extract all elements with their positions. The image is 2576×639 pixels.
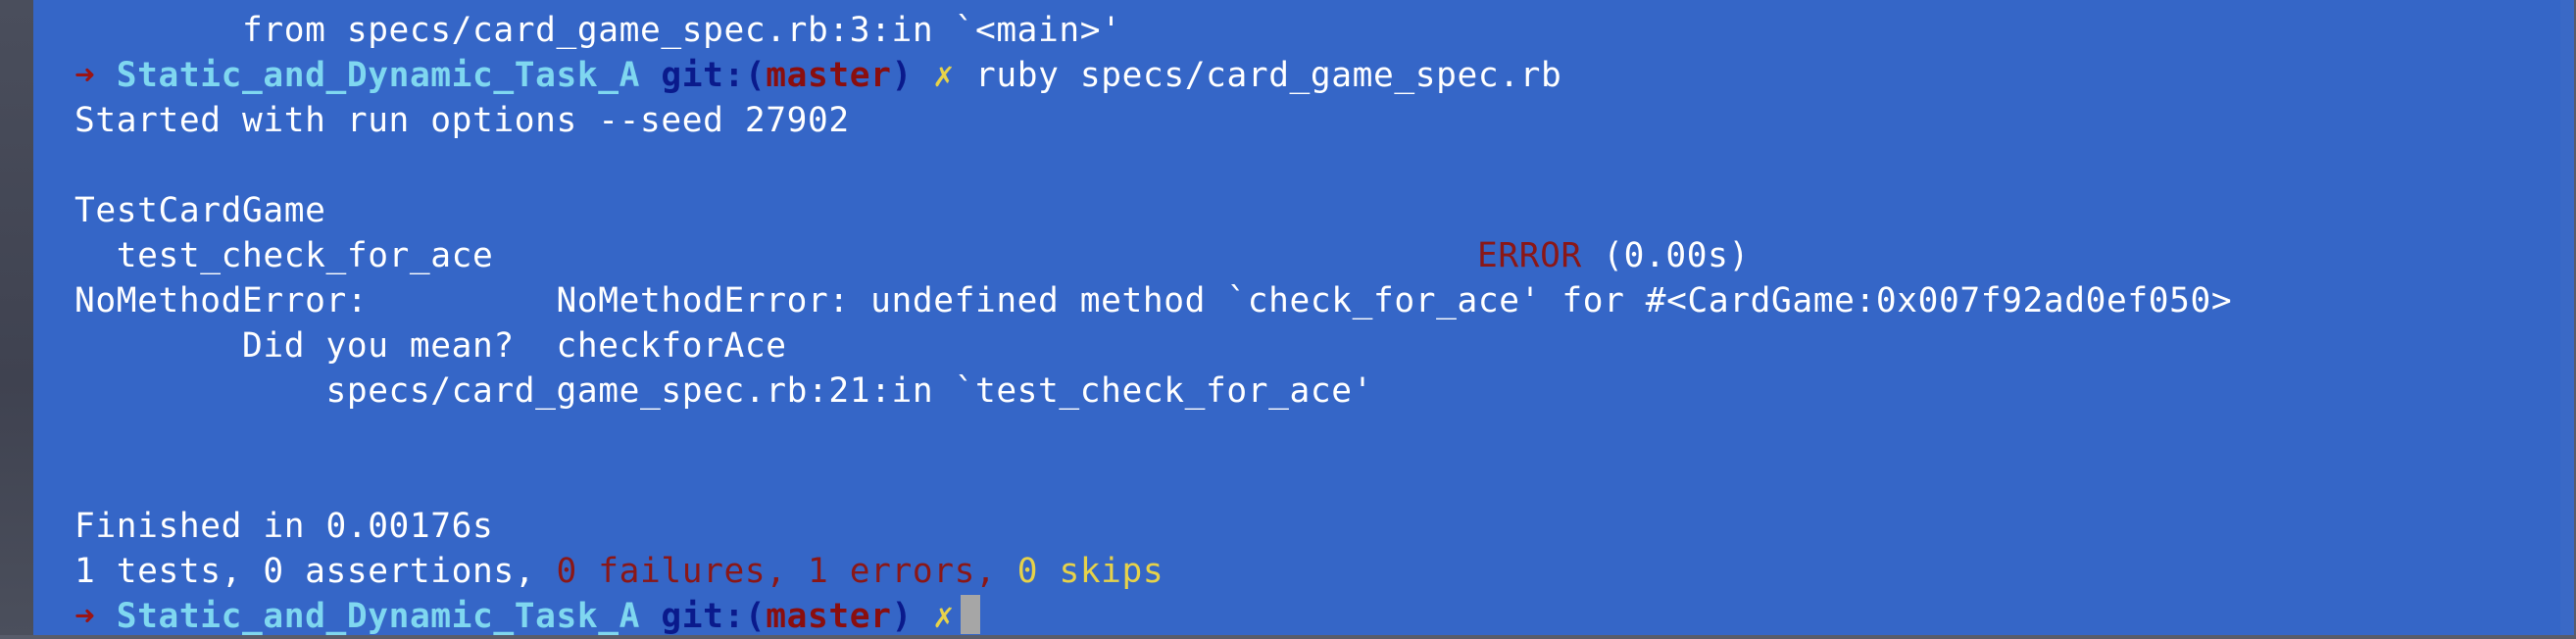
summary-skips: 0 skips xyxy=(1016,552,1164,591)
prompt-line-current[interactable]: ➜ Static_and_Dynamic_Task_A git:(master)… xyxy=(74,594,980,639)
output-line-backtrace: specs/card_game_spec.rb:21:in `test_chec… xyxy=(74,371,1373,411)
prompt-directory: Static_and_Dynamic_Task_A xyxy=(116,56,641,95)
output-line-finished: Finished in 0.00176s xyxy=(74,507,494,546)
prompt-arrow-icon: ➜ xyxy=(74,56,96,95)
test-duration: (0.00s) xyxy=(1581,236,1750,275)
test-summary: 1 tests, 0 assertions, 0 failures, 1 err… xyxy=(74,549,1164,594)
prompt-git-label: git:( xyxy=(661,56,767,95)
output-line-test-name: test_check_for_ace xyxy=(74,236,494,275)
summary-failures: 0 failures, xyxy=(556,552,808,591)
desktop-background xyxy=(0,0,33,635)
test-result-line: ERROR (0.00s) xyxy=(1477,233,1750,278)
output-line-main-trace: from specs/card_game_spec.rb:3:in `<main… xyxy=(74,11,1122,50)
output-line-seed: Started with run options --seed 27902 xyxy=(74,101,850,140)
prompt-git-close: ) xyxy=(891,597,913,636)
prompt-git-branch: master xyxy=(766,597,892,636)
text-cursor[interactable] xyxy=(960,595,980,634)
prompt-git-branch: master xyxy=(766,56,892,95)
prompt-line: ➜ Static_and_Dynamic_Task_A git:(master)… xyxy=(74,53,1561,98)
prompt-arrow-icon: ➜ xyxy=(74,597,96,636)
dirty-marker-icon: ✗ xyxy=(933,597,955,636)
output-line-did-you-mean: Did you mean? checkforAce xyxy=(74,326,787,366)
summary-prefix: 1 tests, 0 assertions, xyxy=(74,552,557,591)
prompt-git-close: ) xyxy=(891,56,913,95)
error-status: ERROR xyxy=(1477,236,1582,275)
scrollbar[interactable] xyxy=(2560,0,2574,635)
prompt-command: ruby specs/card_game_spec.rb xyxy=(975,56,1562,95)
prompt-git-label: git:( xyxy=(661,597,767,636)
prompt-directory: Static_and_Dynamic_Task_A xyxy=(116,597,641,636)
output-line-nomethoderror: NoMethodError: NoMethodError: undefined … xyxy=(74,281,2233,320)
terminal-window[interactable]: from specs/card_game_spec.rb:3:in `<main… xyxy=(33,0,2574,636)
output-line-test-class: TestCardGame xyxy=(74,191,326,230)
dirty-marker-icon: ✗ xyxy=(933,56,955,95)
summary-errors: 1 errors, xyxy=(807,552,1017,591)
